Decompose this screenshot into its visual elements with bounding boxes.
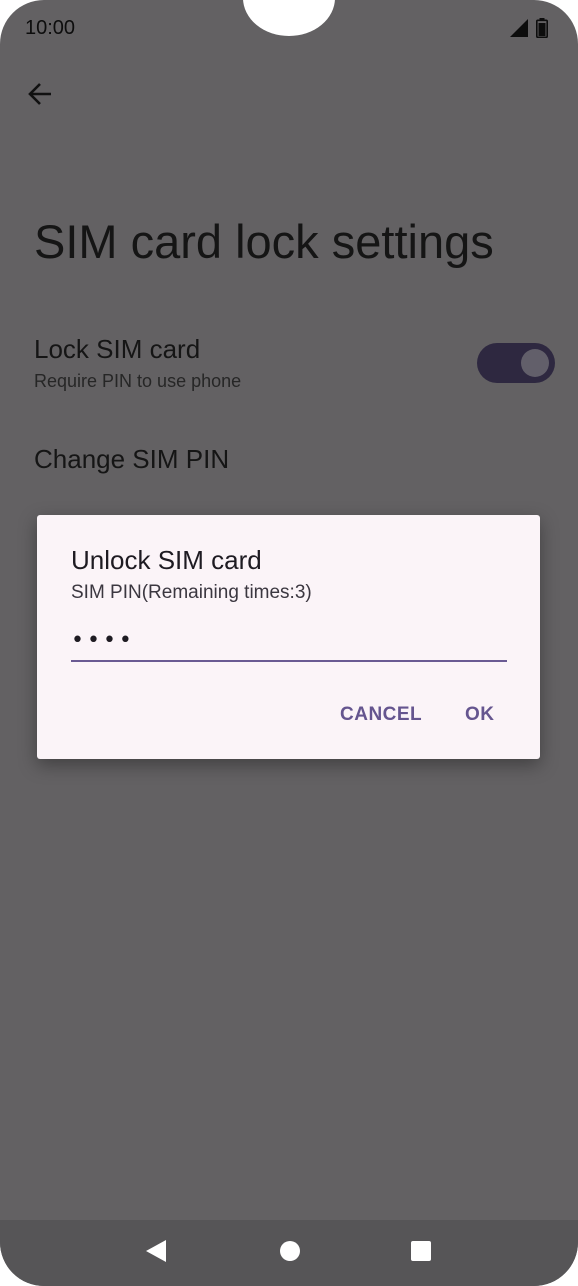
home-circle-icon (279, 1240, 301, 1267)
nav-recents-button[interactable] (408, 1240, 434, 1266)
back-button[interactable] (22, 78, 58, 114)
status-time: 10:00 (25, 17, 76, 39)
status-icons (510, 18, 548, 43)
back-triangle-icon (145, 1239, 167, 1268)
change-sim-pin-preference[interactable]: Change SIM PIN (34, 444, 554, 475)
lock-sim-card-preference[interactable]: Lock SIM card Require PIN to use phone (34, 334, 554, 392)
page-title: SIM card lock settings (34, 215, 494, 268)
recents-square-icon (410, 1240, 432, 1267)
navigation-bar (0, 1220, 578, 1286)
dialog-title: Unlock SIM card (71, 545, 262, 575)
lock-sim-card-toggle[interactable] (477, 343, 555, 383)
unlock-sim-dialog: Unlock SIM card SIM PIN(Remaining times:… (37, 515, 540, 759)
battery-icon (536, 18, 548, 43)
nav-home-button[interactable] (277, 1240, 303, 1266)
change-sim-pin-title: Change SIM PIN (34, 444, 230, 474)
ok-button[interactable]: OK (465, 704, 495, 726)
dialog-message: SIM PIN(Remaining times:3) (71, 582, 312, 603)
cellular-signal-icon (510, 19, 528, 42)
sim-pin-input[interactable] (71, 620, 507, 662)
phone-screen: 10:00 SIM card lock settings Lock SIM ca… (0, 0, 578, 1286)
toggle-thumb (521, 349, 549, 377)
lock-sim-card-title: Lock SIM card (34, 334, 201, 364)
arrow-back-icon (26, 80, 54, 113)
lock-sim-card-summary: Require PIN to use phone (34, 371, 242, 391)
cancel-button[interactable]: CANCEL (340, 704, 422, 726)
nav-back-button[interactable] (143, 1239, 169, 1268)
status-bar: 10:00 (0, 0, 578, 58)
